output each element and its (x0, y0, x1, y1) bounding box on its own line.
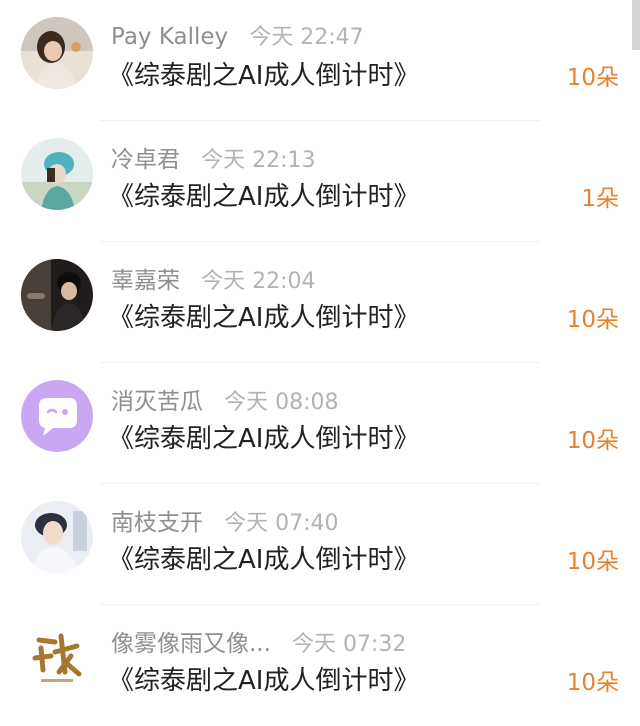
item-title[interactable]: 《综泰剧之AI成人倒计时》 (108, 539, 419, 576)
timestamp: 今天 07:32 (292, 632, 407, 657)
flower-count: 10朵 (566, 670, 619, 696)
flower-count: 10朵 (566, 307, 619, 333)
flower-count: 10朵 (566, 428, 619, 454)
timestamp: 今天 22:04 (201, 269, 316, 294)
timestamp: 今天 07:40 (224, 511, 339, 536)
timestamp: 今天 08:08 (224, 390, 339, 415)
photo-dark-icon (21, 259, 93, 331)
chat-bubble-icon (21, 380, 93, 452)
user-name[interactable]: 南枝支开 (111, 510, 203, 536)
calligraphy-logo-icon (21, 622, 93, 694)
item-title[interactable]: 《综泰剧之AI成人倒计时》 (108, 418, 419, 455)
avatar[interactable] (21, 138, 93, 210)
photo-teal-icon (21, 138, 93, 210)
gift-record-list: Pay Kalley 今天 22:47 《综泰剧之AI成人倒计时》 10朵 冷卓… (0, 0, 640, 726)
timestamp: 今天 22:47 (249, 25, 364, 50)
timestamp: 今天 22:13 (201, 148, 316, 173)
user-name[interactable]: Pay Kalley (111, 24, 228, 50)
avatar[interactable] (21, 501, 93, 573)
user-name[interactable]: 消灭苦瓜 (111, 389, 203, 415)
scrollbar[interactable] (632, 0, 640, 50)
photo-man-icon (21, 501, 93, 573)
list-item[interactable]: Pay Kalley 今天 22:47 《综泰剧之AI成人倒计时》 10朵 (0, 0, 640, 121)
item-title[interactable]: 《综泰剧之AI成人倒计时》 (108, 55, 419, 92)
list-item[interactable]: 消灭苦瓜 今天 08:08 《综泰剧之AI成人倒计时》 10朵 (0, 363, 640, 484)
user-name[interactable]: 辜嘉荣 (111, 268, 180, 294)
avatar[interactable] (21, 17, 93, 89)
user-name[interactable]: 冷卓君 (111, 147, 180, 173)
item-title[interactable]: 《综泰剧之AI成人倒计时》 (108, 176, 419, 213)
flower-count: 10朵 (566, 549, 619, 575)
avatar[interactable] (21, 622, 93, 694)
avatar[interactable] (21, 259, 93, 331)
photo-woman-icon (21, 17, 93, 89)
item-title[interactable]: 《综泰剧之AI成人倒计时》 (108, 297, 419, 334)
flower-count: 10朵 (566, 65, 619, 91)
flower-count: 1朵 (581, 186, 619, 212)
list-item[interactable]: 冷卓君 今天 22:13 《综泰剧之AI成人倒计时》 1朵 (0, 121, 640, 242)
avatar[interactable] (21, 380, 93, 452)
list-item[interactable]: 辜嘉荣 今天 22:04 《综泰剧之AI成人倒计时》 10朵 (0, 242, 640, 363)
list-item[interactable]: 南枝支开 今天 07:40 《综泰剧之AI成人倒计时》 10朵 (0, 484, 640, 605)
user-name[interactable]: 像雾像雨又像... (111, 631, 271, 657)
item-title[interactable]: 《综泰剧之AI成人倒计时》 (108, 660, 419, 697)
list-item[interactable]: 像雾像雨又像... 今天 07:32 《综泰剧之AI成人倒计时》 10朵 (0, 605, 640, 726)
